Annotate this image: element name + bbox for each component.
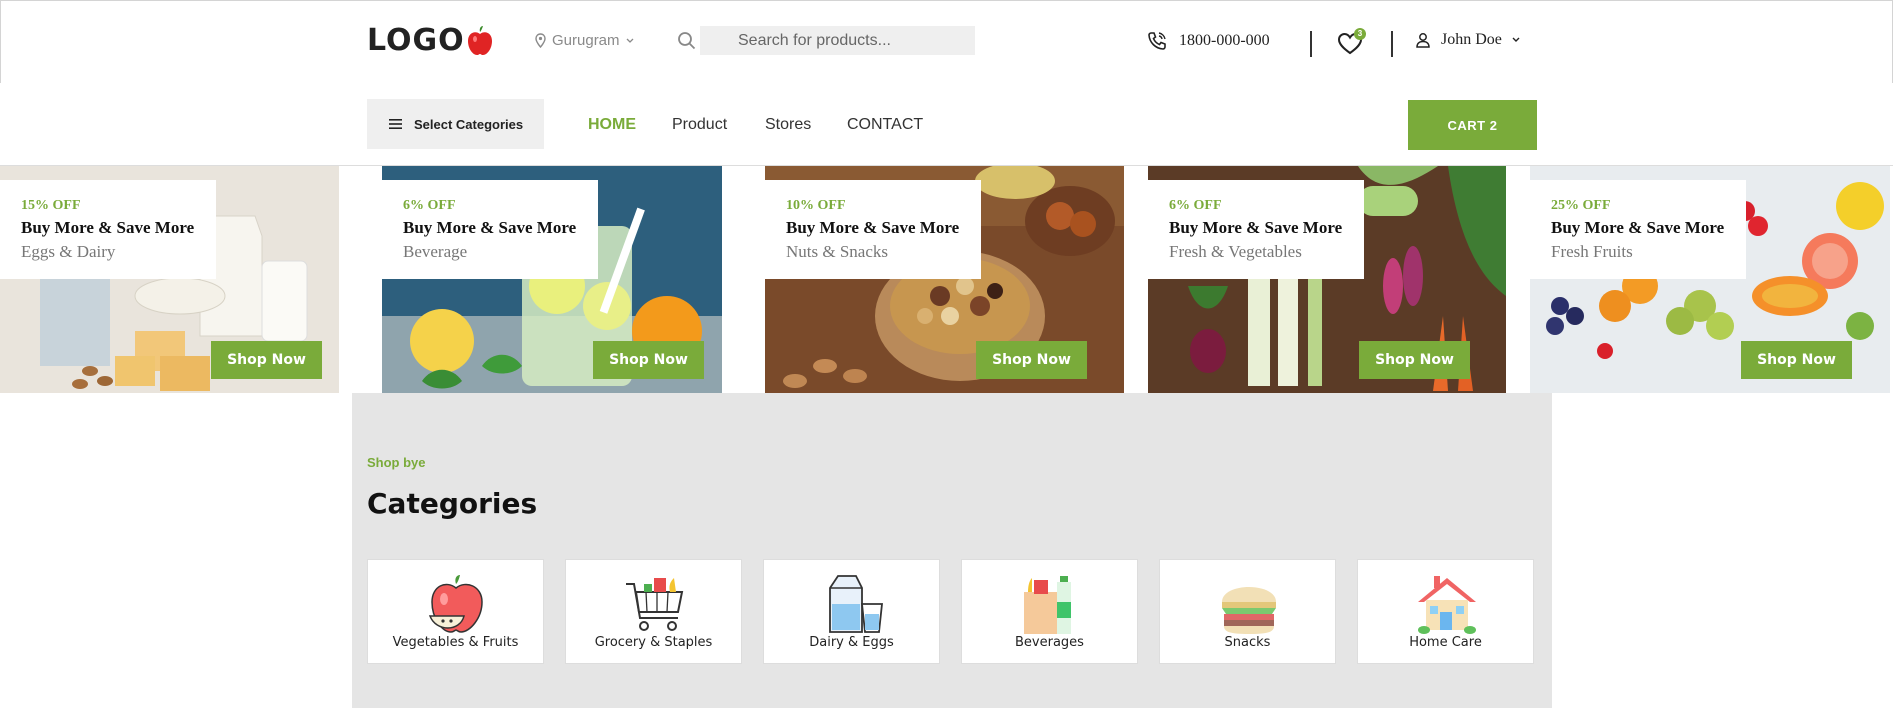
category-tile-snacks[interactable]: Snacks — [1159, 559, 1336, 664]
divider — [1310, 31, 1312, 57]
promo-banner-fruits[interactable]: 25% OFF Buy More & Save More Fresh Fruit… — [1530, 166, 1890, 393]
category-tile-vegetables-fruits[interactable]: Vegetables & Fruits — [367, 559, 544, 664]
select-categories-button[interactable]: Select Categories — [367, 99, 544, 149]
promo-headline: Buy More & Save More — [403, 218, 577, 237]
shop-now-button[interactable]: Shop Now — [1359, 341, 1470, 379]
user-name: John Doe — [1441, 31, 1502, 48]
category-label: Beverages — [1015, 635, 1084, 650]
category-label: Snacks — [1224, 635, 1271, 650]
cart-button[interactable]: CART 2 — [1408, 100, 1537, 150]
user-icon — [1416, 33, 1430, 48]
shop-now-button[interactable]: Shop Now — [1741, 341, 1852, 379]
promo-headline: Buy More & Save More — [21, 218, 195, 237]
discount-label: 15% OFF — [21, 198, 81, 213]
select-categories-label: Select Categories — [414, 116, 524, 132]
promo-headline: Buy More & Save More — [1169, 218, 1343, 237]
phone-contact[interactable]: 1800-000-000 — [1147, 31, 1270, 51]
chevron-down-icon — [1512, 37, 1520, 42]
promo-card: 6% OFF Buy More & Save More Beverage — [382, 180, 598, 279]
top-header: LOGO Gurugram 1800-000-000 3 John Doe — [0, 0, 1893, 84]
phone-icon — [1148, 32, 1166, 50]
discount-label: 25% OFF — [1551, 198, 1611, 213]
promo-category: Nuts & Snacks — [786, 242, 888, 261]
search-icon[interactable] — [677, 31, 696, 50]
nav-link-product[interactable]: Product — [672, 116, 727, 134]
promo-banner-vegetables[interactable]: 6% OFF Buy More & Save More Fresh & Vege… — [1148, 166, 1506, 393]
divider — [1391, 31, 1393, 57]
categories-section: Shop bye Categories Vegetables & Fruits … — [352, 393, 1552, 708]
logo[interactable]: LOGO — [367, 23, 493, 58]
apple-logo-icon — [467, 25, 492, 55]
promo-card: 6% OFF Buy More & Save More Fresh & Vege… — [1148, 180, 1364, 279]
phone-number: 1800-000-000 — [1179, 32, 1270, 49]
shop-now-button[interactable]: Shop Now — [211, 341, 322, 379]
logo-text: LOGO — [367, 23, 465, 58]
location-selector[interactable]: Gurugram — [535, 32, 634, 49]
hamburger-menu-icon — [389, 119, 402, 129]
category-tile-home-care[interactable]: Home Care — [1357, 559, 1534, 664]
location-label: Gurugram — [552, 32, 620, 49]
shop-now-button[interactable]: Shop Now — [593, 341, 704, 379]
category-label: Dairy & Eggs — [809, 635, 894, 650]
category-tile-beverages[interactable]: Beverages — [961, 559, 1138, 664]
discount-label: 6% OFF — [1169, 198, 1222, 213]
promo-category: Eggs & Dairy — [21, 242, 116, 261]
milk-carton-icon — [829, 575, 884, 633]
promo-banner-beverage[interactable]: 6% OFF Buy More & Save More Beverage Sho… — [382, 166, 722, 393]
promo-category: Fresh & Vegetables — [1169, 242, 1302, 261]
burger-icon — [1222, 587, 1276, 634]
promo-category: Beverage — [403, 242, 468, 261]
promo-card: 25% OFF Buy More & Save More Fresh Fruit… — [1530, 180, 1746, 279]
bottles-icon — [1024, 576, 1071, 634]
category-tile-grocery-staples[interactable]: Grocery & Staples — [565, 559, 742, 664]
discount-label: 10% OFF — [786, 198, 846, 213]
promo-card: 15% OFF Buy More & Save More Eggs & Dair… — [0, 180, 216, 279]
promo-headline: Buy More & Save More — [1551, 218, 1725, 237]
category-label: Home Care — [1409, 635, 1482, 650]
section-title: Categories — [367, 487, 538, 520]
location-pin-icon — [535, 33, 546, 48]
nav-link-stores[interactable]: Stores — [765, 116, 811, 134]
house-icon — [1418, 576, 1476, 634]
nav-link-home[interactable]: HOME — [588, 116, 636, 134]
section-eyebrow: Shop bye — [367, 455, 426, 470]
promo-banner-nuts[interactable]: 10% OFF Buy More & Save More Nuts & Snac… — [765, 166, 1124, 393]
category-tile-dairy-eggs[interactable]: Dairy & Eggs — [763, 559, 940, 664]
shop-now-button[interactable]: Shop Now — [976, 341, 1087, 379]
category-label: Vegetables & Fruits — [392, 635, 519, 650]
shopping-cart-icon — [626, 578, 684, 631]
promo-category: Fresh Fruits — [1551, 242, 1633, 261]
promo-headline: Buy More & Save More — [786, 218, 960, 237]
category-label: Grocery & Staples — [594, 635, 713, 650]
nav-link-contact[interactable]: CONTACT — [847, 116, 923, 134]
promo-banner-dairy[interactable]: 15% OFF Buy More & Save More Eggs & Dair… — [0, 166, 339, 393]
user-menu[interactable]: John Doe — [1415, 31, 1520, 49]
search-input[interactable] — [700, 26, 975, 55]
chevron-down-icon — [626, 38, 633, 43]
main-navbar: Select Categories HOME Product Stores CO… — [0, 83, 1893, 166]
discount-label: 6% OFF — [403, 198, 456, 213]
wishlist-count-badge: 3 — [1354, 28, 1366, 40]
promo-card: 10% OFF Buy More & Save More Nuts & Snac… — [765, 180, 981, 279]
apple-icon — [428, 575, 483, 633]
